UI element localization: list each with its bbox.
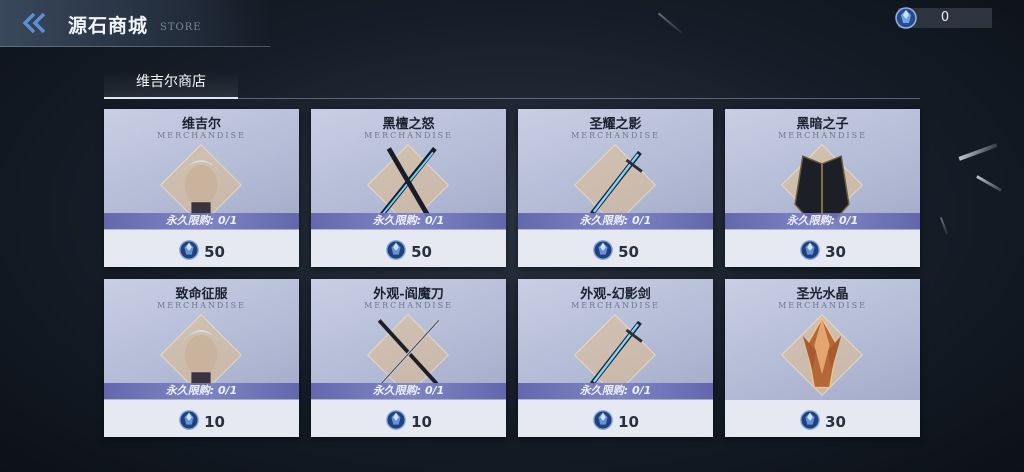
decorative-shard [939,217,949,235]
price-row: 50 [518,230,713,267]
item-price: 10 [518,409,713,435]
item-price: 50 [518,239,713,265]
shop-item-card[interactable]: 外观-幻影剑 MERCHANDISE 永久限购: 0/1 10 [518,279,713,437]
item-name: 圣光水晶 [796,287,849,302]
item-name: 外观-幻影剑 [580,287,651,302]
shop-item-card[interactable]: 致命征服 MERCHANDISE 永久限购: 0/1 10 [104,279,299,437]
shop-item-card[interactable]: 圣耀之影 MERCHANDISE 永久限购: 0/1 50 [518,109,713,267]
purchase-limit: 永久限购: 0/1 [311,383,506,399]
twin-blades-icon [358,137,458,226]
purchase-limit: 永久限购: 0/1 [518,213,713,229]
currency-value: 0 [940,10,950,25]
item-name: 黑暗之子 [796,117,849,132]
source-stone-icon [799,239,821,265]
price-value: 50 [204,243,225,261]
sword-icon [565,137,665,226]
price-row: 30 [725,400,920,437]
purchase-limit: 永久限购: 0/1 [104,213,299,229]
header-bar: 源石商城 STORE [0,0,270,47]
portrait-icon [151,307,251,396]
source-stone-icon [592,409,614,435]
back-arrow-icon [22,12,46,34]
page-subtitle: STORE [160,22,202,33]
item-name: 致命征服 [175,287,228,302]
price-value: 50 [618,243,639,261]
coat-icon [772,137,872,226]
crystal-icon [772,307,872,396]
item-grid: 维吉尔 MERCHANDISE 永久限购: 0/1 50 黑檀之怒 MERCHANDISE… [104,109,920,437]
shop-item-card[interactable]: 黑檀之怒 MERCHANDISE 永久限购: 0/1 50 [311,109,506,267]
shop-item-card[interactable]: 圣光水晶 MERCHANDISE 30 [725,279,920,437]
price-value: 10 [618,413,639,431]
purchase-limit: 永久限购: 0/1 [311,213,506,229]
item-price: 10 [104,409,299,435]
shop-item-card[interactable]: 外观-阎魔刀 MERCHANDISE 永久限购: 0/1 10 [311,279,506,437]
source-stone-icon [385,409,407,435]
source-stone-icon [385,239,407,265]
price-row: 10 [518,400,713,437]
source-stone-icon [799,409,821,435]
item-price: 30 [725,409,920,435]
price-row: 50 [104,230,299,267]
purchase-limit: 永久限购: 0/1 [104,383,299,399]
price-row: 30 [725,230,920,267]
currency-counter[interactable]: 0 [895,7,992,29]
purchase-limit: 永久限购: 0/1 [518,383,713,399]
item-price: 50 [104,239,299,265]
price-value: 50 [411,243,432,261]
price-value: 10 [204,413,225,431]
katana-icon [358,307,458,396]
item-name: 圣耀之影 [589,117,642,132]
item-name: 维吉尔 [181,117,221,132]
shop-item-card[interactable]: 维吉尔 MERCHANDISE 永久限购: 0/1 50 [104,109,299,267]
item-price: 30 [725,239,920,265]
shop-item-card[interactable]: 黑暗之子 MERCHANDISE 永久限购: 0/1 30 [725,109,920,267]
source-stone-icon [178,409,200,435]
item-name: 外观-阎魔刀 [373,287,444,302]
price-value: 30 [825,243,846,261]
shop-tab-bar: 维吉尔商店 [104,70,920,99]
sword-icon [565,307,665,396]
item-price: 50 [311,239,506,265]
decorative-shard [657,12,683,34]
source-stone-icon [592,239,614,265]
portrait-icon [151,137,251,226]
tab-vergil-shop[interactable]: 维吉尔商店 [104,70,238,99]
item-name: 黑檀之怒 [382,117,435,132]
item-price: 10 [311,409,506,435]
purchase-limit: 永久限购: 0/1 [725,213,920,229]
price-row: 10 [104,400,299,437]
page-title: 源石商城 [68,15,149,37]
source-stone-icon [178,239,200,265]
decorative-shard [958,143,998,161]
price-row: 10 [311,400,506,437]
price-row: 50 [311,230,506,267]
back-button[interactable] [0,0,56,46]
price-value: 30 [825,413,846,431]
price-value: 10 [411,413,432,431]
decorative-shard [976,175,1002,192]
